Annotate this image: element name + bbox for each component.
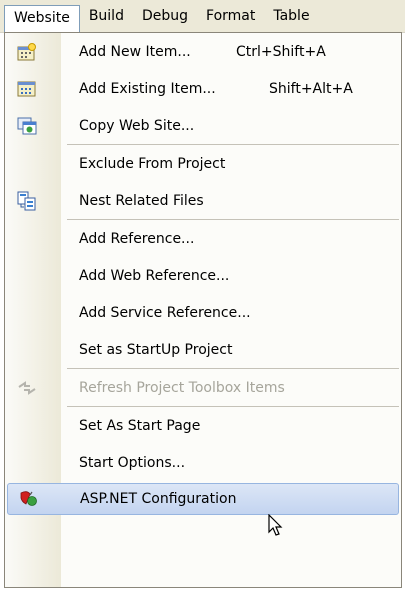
menu-item-exclude-from-project[interactable]: Exclude From Project <box>5 145 401 182</box>
menu-item-asp-net-configuration[interactable]: ASP.NET Configuration <box>7 483 399 515</box>
existing-item-icon <box>16 78 38 100</box>
menu-item-label: Add New Item... <box>79 43 191 60</box>
menu-item-label: Add Web Reference... <box>79 267 230 284</box>
menu-item-add-service-reference[interactable]: Add Service Reference... <box>5 294 401 331</box>
menu-bar: Website Build Debug Format Table <box>0 0 405 33</box>
website-dropdown-menu: Add New Item... Ctrl+Shift+A Add Existin… <box>4 32 402 588</box>
new-item-icon <box>16 41 38 63</box>
menu-format[interactable]: Format <box>197 4 264 28</box>
menu-item-label: Add Reference... <box>79 230 195 247</box>
menu-item-label: Refresh Project Toolbox Items <box>79 379 285 396</box>
menu-debug[interactable]: Debug <box>133 4 197 28</box>
copy-web-site-icon <box>16 115 38 137</box>
menu-item-add-existing-item[interactable]: Add Existing Item... Shift+Alt+A <box>5 70 401 107</box>
menu-item-label: ASP.NET Configuration <box>80 491 237 507</box>
refresh-toolbox-icon <box>16 377 38 399</box>
menu-item-set-as-start-page[interactable]: Set As Start Page <box>5 407 401 444</box>
menu-item-refresh-toolbox-items: Refresh Project Toolbox Items <box>5 369 401 406</box>
menu-item-label: Nest Related Files <box>79 192 204 209</box>
menu-item-start-options[interactable]: Start Options... <box>5 444 401 481</box>
menu-item-copy-web-site[interactable]: Copy Web Site... <box>5 107 401 144</box>
menu-item-label: Set As Start Page <box>79 417 201 434</box>
menu-table[interactable]: Table <box>264 4 318 28</box>
menu-item-add-web-reference[interactable]: Add Web Reference... <box>5 257 401 294</box>
menu-item-shortcut: Shift+Alt+A <box>269 80 353 97</box>
menu-item-set-startup-project[interactable]: Set as StartUp Project <box>5 331 401 368</box>
menu-item-add-reference[interactable]: Add Reference... <box>5 220 401 257</box>
menu-item-label: Start Options... <box>79 454 186 471</box>
mouse-pointer-icon <box>268 514 283 536</box>
menu-item-label: Add Service Reference... <box>79 304 251 321</box>
menu-build[interactable]: Build <box>80 4 133 28</box>
menu-item-add-new-item[interactable]: Add New Item... Ctrl+Shift+A <box>5 33 401 70</box>
menu-item-label: Set as StartUp Project <box>79 341 233 358</box>
asp-net-config-icon <box>17 488 39 510</box>
menu-item-shortcut: Ctrl+Shift+A <box>236 43 326 60</box>
menu-item-nest-related-files[interactable]: Nest Related Files <box>5 182 401 219</box>
nest-files-icon <box>16 190 38 212</box>
menu-item-label: Add Existing Item... <box>79 80 216 97</box>
menu-website[interactable]: Website <box>4 5 80 32</box>
menu-item-label: Copy Web Site... <box>79 117 195 134</box>
menu-item-label: Exclude From Project <box>79 155 226 172</box>
